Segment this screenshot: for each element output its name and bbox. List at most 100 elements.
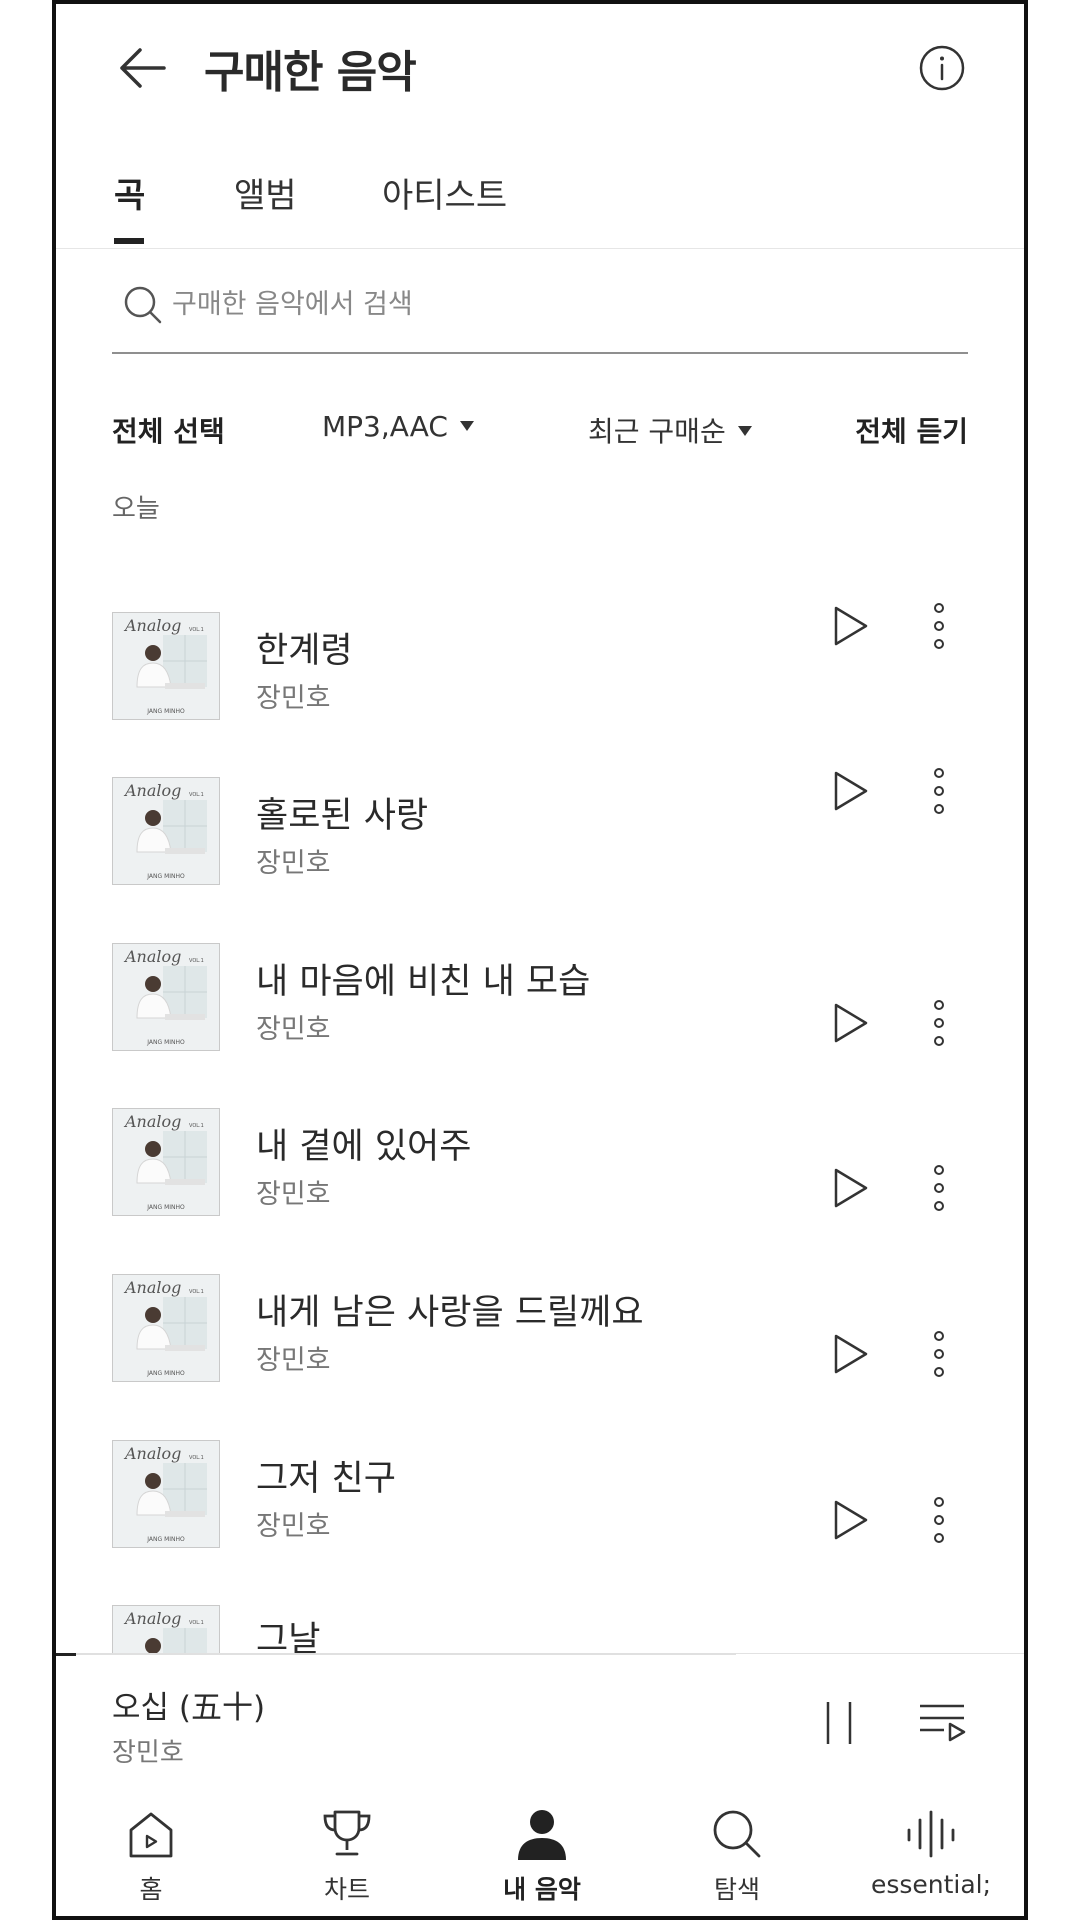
svg-text:JANG MINHO: JANG MINHO (146, 1536, 185, 1543)
track-artist: 장민호 (256, 848, 331, 879)
play-button[interactable] (826, 1164, 874, 1212)
track-title: 내 마음에 비친 내 모습 (256, 962, 591, 1002)
track-title: 홀로된 사랑 (256, 796, 429, 836)
more-options-button[interactable] (924, 765, 954, 817)
svg-text:Analog: Analog (123, 781, 181, 800)
album-art: Analog VOL.1 JANG MINHO (113, 1275, 219, 1381)
svg-text:VOL.1: VOL.1 (189, 1289, 204, 1295)
more-options-button[interactable] (924, 1162, 954, 1214)
track-row[interactable]: Analog VOL.1 JANG MINHO 내 마음에 비친 내 모습 장민호 (112, 943, 982, 1053)
track-row[interactable]: Analog VOL.1 JANG MINHO 그저 친구 장민호 (112, 1440, 982, 1550)
album-art: Analog VOL.1 JANG MINHO (113, 1441, 219, 1547)
pause-icon (826, 1702, 852, 1744)
more-vertical-icon (934, 1497, 944, 1543)
track-artist: 장민호 (256, 1511, 331, 1542)
track-title: 그날 (256, 1620, 321, 1653)
back-button[interactable] (110, 40, 174, 96)
album-art: AnalogVOL.1JANG MINHO (113, 613, 219, 719)
nav-search-label: 탐색 (713, 1875, 760, 1904)
svg-text:VOL.1: VOL.1 (189, 792, 204, 798)
play-icon (834, 606, 868, 646)
svg-text:JANG MINHO: JANG MINHO (146, 1370, 185, 1377)
more-vertical-icon (934, 768, 944, 814)
more-vertical-icon (934, 1000, 944, 1046)
mini-player[interactable]: 오십 (五十) 장민호 (56, 1653, 1024, 1772)
nav-my-music[interactable]: 내 음악 (467, 1786, 617, 1906)
track-artist: 장민호 (256, 1179, 331, 1210)
more-vertical-icon (934, 1331, 944, 1377)
track-title: 그저 친구 (256, 1459, 396, 1499)
track-row[interactable]: Analog VOL.1 JANG MINHO 내게 남은 사랑을 드릴께요 장민호 (112, 1274, 982, 1384)
home-icon (129, 1812, 173, 1858)
format-dropdown[interactable]: MP3,AAC (322, 410, 474, 443)
person-icon (518, 1810, 566, 1860)
caret-down-icon (737, 426, 752, 436)
svg-text:VOL.1: VOL.1 (189, 1455, 204, 1461)
album-cover: Analog VOL.1 JANG MINHO (112, 1440, 220, 1548)
select-all-button[interactable]: 전체 선택 (112, 410, 225, 450)
nav-chart[interactable]: 차트 (272, 1786, 422, 1906)
album-cover: Analog VOL.1 JANG MINHO (112, 777, 220, 885)
track-row[interactable]: AnalogVOL.1JANG MINHO 그날 (112, 1605, 982, 1653)
album-art: AnalogVOL.1JANG MINHO (113, 944, 219, 1050)
tab-artists[interactable]: 아티스트 (382, 168, 507, 217)
sort-dropdown-label: 최근 구매순 (588, 415, 726, 448)
nav-essential[interactable]: essential; (856, 1786, 1006, 1906)
svg-text:VOL.1: VOL.1 (189, 627, 204, 633)
info-icon (919, 45, 965, 91)
album-art: AnalogVOL.1JANG MINHO (113, 1606, 219, 1653)
sort-dropdown[interactable]: 최근 구매순 (588, 410, 752, 450)
nav-essential-label: essential; (870, 1870, 992, 1899)
date-section-label: 오늘 (112, 494, 160, 524)
tab-albums[interactable]: 앨범 (234, 168, 297, 217)
format-dropdown-label: MP3,AAC (322, 410, 448, 443)
svg-text:Analog: Analog (123, 1278, 181, 1297)
track-title: 한계령 (256, 631, 353, 671)
nav-search[interactable]: 탐색 (662, 1786, 812, 1906)
nav-chart-label: 차트 (323, 1875, 370, 1904)
play-button[interactable] (826, 999, 874, 1047)
info-button[interactable] (918, 44, 966, 92)
track-artist: 장민호 (256, 1014, 331, 1045)
more-options-button[interactable] (924, 600, 954, 652)
album-art: AnalogVOL.1JANG MINHO (113, 1109, 219, 1215)
tab-songs[interactable]: 곡 (114, 168, 145, 217)
play-button[interactable] (826, 1330, 874, 1378)
playlist-queue-icon (920, 1704, 966, 1742)
play-button[interactable] (826, 767, 874, 815)
play-button[interactable] (826, 1496, 874, 1544)
svg-text:JANG MINHO: JANG MINHO (146, 873, 185, 880)
search-input[interactable] (172, 282, 932, 326)
svg-text:Analog: Analog (123, 1444, 181, 1463)
track-title: 내 곁에 있어주 (256, 1127, 472, 1167)
now-playing-title: 오십 (五十) (112, 1690, 266, 1726)
track-row[interactable]: Analog VOL.1 JANG MINHO 내 곁에 있어주 장민호 (112, 1108, 982, 1218)
play-icon (834, 1003, 868, 1043)
more-options-button[interactable] (924, 1328, 954, 1380)
more-options-button[interactable] (924, 997, 954, 1049)
nav-home[interactable]: 홈 (76, 1786, 226, 1906)
filter-bar: 전체 선택 MP3,AAC 최근 구매순 전체 듣기 (112, 404, 968, 454)
playback-progress-track (56, 1653, 736, 1655)
soundwave-icon (907, 1810, 955, 1858)
nav-my-music-label: 내 음악 (503, 1875, 581, 1904)
content-tabs: 곡 앨범 아티스트 (56, 160, 1024, 249)
search-icon (713, 1810, 761, 1858)
svg-text:JANG MINHO: JANG MINHO (146, 1204, 185, 1211)
device-frame-right (1024, 0, 1080, 1920)
svg-text:Analog: Analog (123, 1609, 181, 1628)
playlist-queue-button[interactable] (916, 1698, 968, 1748)
more-options-button[interactable] (924, 1494, 954, 1546)
arrow-left-icon (120, 48, 166, 88)
more-vertical-icon (934, 603, 944, 649)
now-playing-artist: 장민호 (112, 1738, 184, 1768)
track-row[interactable]: Analog VOL.1 JANG MINHO 한계령 장민호 (112, 603, 982, 722)
play-all-button[interactable]: 전체 듣기 (855, 410, 968, 450)
play-button[interactable] (826, 602, 874, 650)
track-artist: 장민호 (256, 683, 331, 714)
album-cover: Analog VOL.1 JANG MINHO (112, 612, 220, 720)
svg-text:Analog: Analog (123, 1112, 181, 1131)
pause-button[interactable] (814, 1698, 864, 1748)
bottom-navigation: 홈 차트 내 음악 탐색 essential; (56, 1786, 1024, 1916)
track-row[interactable]: Analog VOL.1 JANG MINHO 홀로된 사랑 장민호 (112, 768, 982, 887)
